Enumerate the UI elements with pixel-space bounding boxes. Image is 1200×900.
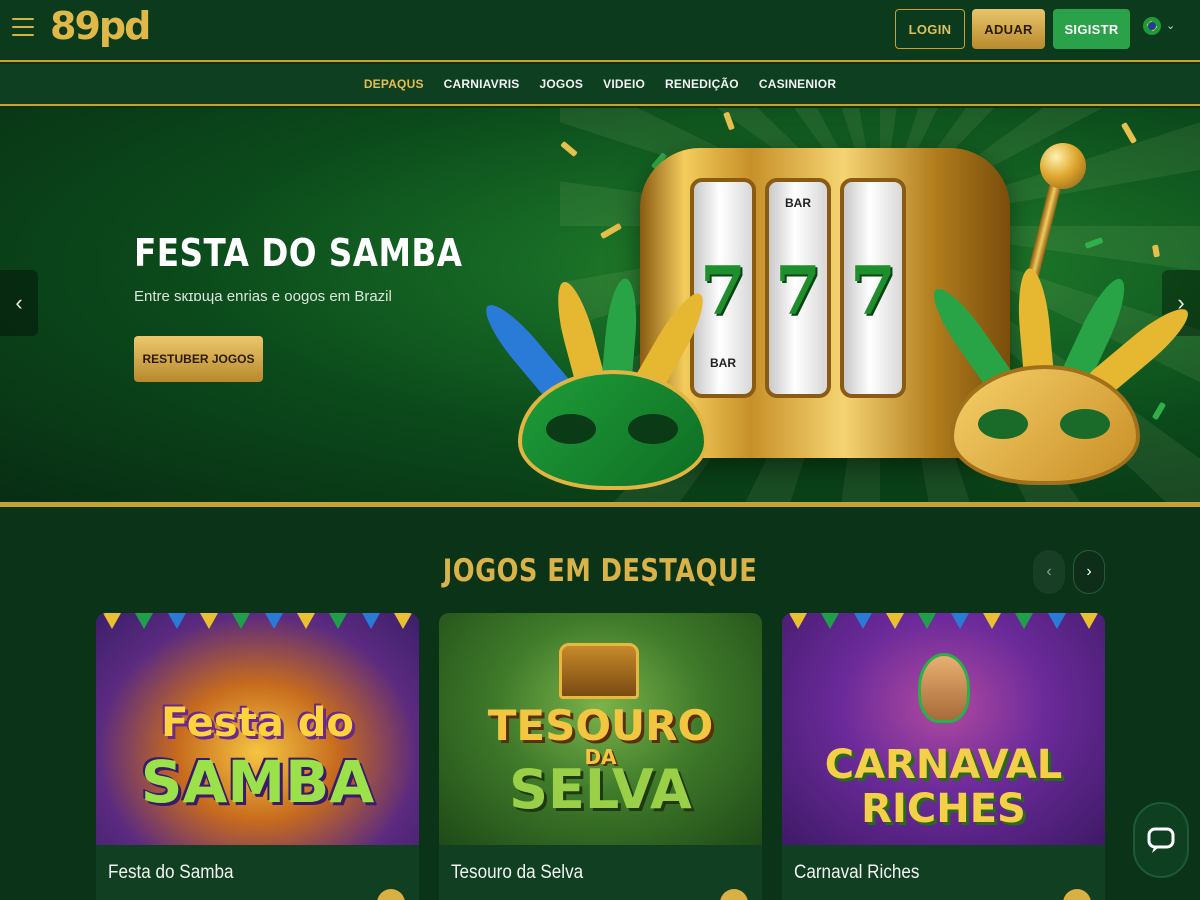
aduar-button[interactable]: ADUAR (972, 9, 1045, 49)
bunting-decoration (96, 613, 419, 643)
hero-divider (0, 502, 1200, 507)
reel-symbol-top: BAR (785, 196, 811, 210)
slot-lever-ball (1040, 143, 1086, 189)
chat-bubble-glyph (1147, 827, 1175, 853)
treasure-chest-icon (559, 643, 639, 699)
game-card-festa-do-samba[interactable]: Festa do SAMBA Festa do Samba (96, 613, 419, 900)
carnival-dancer-icon (918, 653, 970, 723)
main-nav: DEPAQUS CARNIAVRIS JOGOS VIDEIO RENEDIÇÃ… (0, 64, 1200, 106)
game-name: Carnaval Riches (794, 862, 920, 883)
game-art-title-line1: TESOURO (487, 701, 714, 750)
mask-eye (546, 414, 596, 444)
mask-eye (978, 409, 1028, 439)
game-name: Festa do Samba (108, 862, 234, 883)
game-thumbnail: Festa do SAMBA (96, 613, 419, 845)
nav-item-videio[interactable]: VIDEIO (603, 77, 645, 91)
game-art-title-line1: Festa do (161, 700, 354, 746)
game-art-title-line2: SELVA (509, 758, 692, 821)
game-art-title-line1: CARNAVAL (824, 742, 1063, 788)
hero-subtitle: Entre sкɪɒɰa enrias e oogos em Brazil (134, 288, 392, 305)
game-thumbnail: CARNAVAL RICHES (782, 613, 1105, 845)
game-name: Tesouro da Selva (451, 862, 584, 883)
nav-item-carniavris[interactable]: CARNIAVRIS (444, 77, 520, 91)
chevron-down-icon[interactable]: ⌄ (1166, 19, 1175, 32)
game-thumbnail: TESOURO DA SELVA (439, 613, 762, 845)
nav-item-casinenior[interactable]: CASINENIOR (759, 77, 836, 91)
mask-eye (628, 414, 678, 444)
brazil-flag-icon[interactable] (1143, 17, 1161, 35)
featured-prev-arrow-icon[interactable]: ‹ (1033, 550, 1065, 594)
nav-item-renedicao[interactable]: RENEDIÇÃO (665, 77, 739, 91)
nav-item-jogos[interactable]: JOGOS (539, 77, 583, 91)
play-button-icon[interactable] (720, 889, 748, 900)
reel-symbol-bottom: BAR (710, 356, 736, 370)
play-button-icon[interactable] (377, 889, 405, 900)
chat-icon[interactable] (1133, 802, 1189, 878)
reel-seven: 7 (775, 252, 821, 330)
game-card-tesouro-da-selva[interactable]: TESOURO DA SELVA Tesouro da Selva (439, 613, 762, 900)
hero-banner: FESTA DO SAMBA Entre sкɪɒɰa enrias e oog… (0, 108, 1200, 502)
mask-eye (1060, 409, 1110, 439)
game-art-title-line2: SAMBA (140, 748, 375, 816)
featured-next-arrow-icon[interactable]: › (1073, 550, 1105, 594)
register-button[interactable]: SIGISTR (1053, 9, 1130, 49)
slot-reel: 7 (840, 178, 906, 398)
hero-prev-arrow-icon[interactable]: ‹ (0, 270, 38, 336)
hero-title: FESTA DO SAMBA (134, 231, 463, 275)
game-art-title-line2: RICHES (861, 786, 1026, 832)
site-header: 89pd LOGIN ADUAR SIGISTR ⌄ (0, 0, 1200, 62)
bunting-decoration (782, 613, 1105, 643)
nav-item-depaqus[interactable]: DEPAQUS (364, 77, 424, 91)
play-button-icon[interactable] (1063, 889, 1091, 900)
hero-cta-button[interactable]: RESTUBER JOGOS (134, 336, 263, 382)
slot-reel: BAR 7 (765, 178, 831, 398)
reel-seven: 7 (850, 252, 896, 330)
game-card-carnaval-riches[interactable]: CARNAVAL RICHES Carnaval Riches (782, 613, 1105, 900)
site-logo[interactable]: 89pd (50, 4, 151, 48)
hamburger-menu-icon[interactable] (12, 18, 34, 38)
login-button[interactable]: LOGIN (895, 9, 965, 49)
featured-section-title: JOGOS EM DESTAQUE (442, 553, 758, 589)
reel-seven: 7 (700, 252, 746, 330)
